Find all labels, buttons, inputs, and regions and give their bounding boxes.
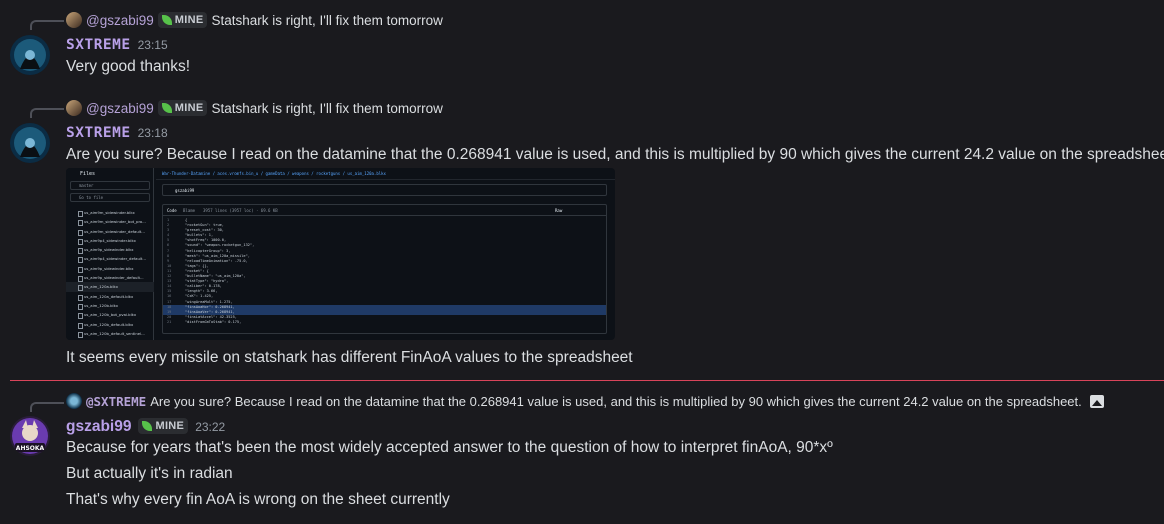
timestamp: 23:22	[195, 420, 226, 434]
code-view: Code Blame 3957 lines (3957 loc) · 69.6 …	[162, 204, 607, 334]
message-text: Are you sure? Because I read on the data…	[66, 146, 1164, 163]
reply-avatar	[66, 100, 82, 116]
file-tree-item[interactable]: us_aim_120b_bot_pvai.blkx	[66, 310, 154, 320]
code-text: "rocket": {	[185, 268, 209, 273]
goto-file-input[interactable]: Go to file	[70, 193, 150, 202]
leaf-icon	[161, 15, 172, 25]
code-text: "length": 3.66,	[185, 289, 218, 294]
file-tree-item[interactable]: us_aim9m_sidewinder_default...	[66, 227, 154, 236]
line-number: 21	[167, 319, 172, 324]
reply-connector	[30, 108, 64, 118]
code-text: "caliber": 0.178,	[185, 284, 222, 289]
code-text: "helicopterGroup": 3,	[185, 248, 231, 253]
branch-selector[interactable]: master	[70, 181, 150, 190]
files-title: Files	[80, 171, 96, 177]
timestamp: 23:15	[137, 38, 168, 52]
code-text: "distFromCmToStab": 0.175,	[185, 319, 242, 324]
reply-preview[interactable]: @gszabi99 MINE Statshark is right, I'll …	[66, 10, 443, 30]
code-toolbar: Code Blame 3957 lines (3957 loc) · 69.6 …	[163, 205, 606, 216]
reply-avatar	[66, 12, 82, 28]
code-text: "preset_cost": 30,	[185, 228, 224, 233]
code-text: "wingAreaMult": 1.275,	[185, 299, 233, 304]
file-tree-item[interactable]: us_aim_120b_default.blkx	[66, 320, 154, 329]
reply-preview[interactable]: @SXTREME Are you sure? Because I read on…	[66, 391, 1104, 411]
code-text: "shotFreq": 1000.0,	[185, 238, 227, 243]
attachment-breadcrumb-bar: War-Thunder-Datamine / aces.vromfs.bin_u…	[156, 168, 615, 180]
author-name[interactable]: gszabi99	[66, 418, 131, 436]
code-line: 21 "distFromCmToStab": 0.175,	[163, 320, 606, 325]
file-tree-item[interactable]: us_aim9p_sidewinder_default...	[66, 273, 154, 283]
code-text: "finsAoaHor": 0.268941,	[185, 304, 235, 309]
message-header: SXTREME 23:15	[66, 37, 168, 53]
raw-button[interactable]: Raw	[555, 208, 562, 213]
avatar[interactable]	[10, 35, 50, 75]
file-tree-item[interactable]: us_aim9m_sidewinder.blkx	[66, 208, 154, 218]
file-tree-item[interactable]: us_aim_120b.blkx	[66, 301, 154, 311]
file-tree-item[interactable]: us_aim9p4_sidewinder.blkx	[66, 236, 154, 246]
code-text: {	[185, 218, 188, 222]
server-tag: MINE	[157, 12, 208, 28]
file-tree-panel: Files master Go to file us_aim9m_sidewin…	[66, 168, 154, 340]
server-tag: MINE	[138, 418, 189, 434]
author-name[interactable]: SXTREME	[66, 37, 131, 53]
code-text: "bulletName": "us_aim_120a",	[185, 274, 246, 279]
file-tree-item[interactable]: us_aim_120a.blkx	[66, 282, 154, 292]
timestamp: 23:18	[137, 126, 168, 140]
reply-text: Are you sure? Because I read on the data…	[150, 393, 1082, 409]
tab-code[interactable]: Code	[167, 208, 177, 213]
code-text: "sound": "weapon.rocketgun_132",	[185, 243, 255, 248]
message-text: That's why every fin AoA is wrong on the…	[66, 491, 450, 508]
leaf-icon	[161, 103, 172, 113]
file-tree-item[interactable]: us_aim9p_sidewinder.blkx	[66, 264, 154, 274]
code-text: "statType": "hydra",	[185, 279, 229, 284]
reply-preview[interactable]: @gszabi99 MINE Statshark is right, I'll …	[66, 98, 443, 118]
file-tree-item[interactable]: us_aim9p4_sidewinder_default...	[66, 254, 154, 264]
reply-author[interactable]: @SXTREME	[86, 394, 146, 409]
image-attachment[interactable]: Files master Go to file us_aim9m_sidewin…	[66, 168, 615, 340]
message-text: Because for years that's been the most w…	[66, 439, 833, 456]
file-tree-item[interactable]: us_aim_120a_default.blkx	[66, 292, 154, 301]
commit-bar: gszabi99	[162, 184, 607, 196]
code-text: "rocketGun": true,	[185, 223, 224, 228]
author-name[interactable]: SXTREME	[66, 125, 131, 141]
file-tree-item[interactable]: us_aim9m_sidewinder_bot_pro...	[66, 217, 154, 227]
new-messages-divider	[10, 380, 1164, 381]
message-header: gszabi99 MINE 23:22	[66, 418, 225, 436]
avatar[interactable]: AHSOKA	[10, 416, 50, 456]
code-text: "finsAoaVer": 0.268941,	[185, 309, 235, 314]
message-header: SXTREME 23:18	[66, 125, 168, 141]
message-text: Very good thanks!	[66, 58, 191, 75]
code-text: "bullets": 1,	[185, 233, 214, 238]
reply-text: Statshark is right, I'll fix them tomorr…	[211, 100, 443, 116]
file-tree-item[interactable]: us_aim9p_sidewinder.blkx	[66, 245, 154, 255]
server-tag: MINE	[157, 100, 208, 116]
tab-blame[interactable]: Blame	[183, 208, 195, 213]
file-tree-item[interactable]: us_aim_120b_default_sentinel...	[66, 329, 154, 339]
code-text: "tags": {},	[185, 263, 209, 268]
code-text: "mesh": "us_aim_120a_missile",	[185, 253, 250, 258]
reply-avatar	[66, 393, 82, 409]
code-text: "finsLatAccel": 42.3525,	[185, 314, 237, 319]
reply-author[interactable]: @gszabi99	[86, 13, 154, 28]
file-list: us_aim9m_sidewinder.blkx us_aim9m_sidewin…	[66, 208, 154, 339]
reply-text: Statshark is right, I'll fix them tomorr…	[211, 12, 443, 28]
reply-author[interactable]: @gszabi99	[86, 101, 154, 116]
reply-connector	[30, 20, 64, 30]
code-text: "reloadTimeAnimation": -75.0,	[185, 258, 248, 263]
reply-connector	[30, 402, 64, 412]
code-text: "CxK": 1.425,	[185, 294, 214, 299]
message-text: It seems every missile on statshark has …	[66, 349, 633, 366]
avatar[interactable]	[10, 123, 50, 163]
message-text: But actually it's in radian	[66, 465, 233, 482]
svg-text:AHSOKA: AHSOKA	[16, 445, 45, 452]
file-meta: 3957 lines (3957 loc) · 69.6 KB	[203, 208, 278, 213]
leaf-icon	[142, 421, 153, 431]
breadcrumb: War-Thunder-Datamine / aces.vromfs.bin_u…	[162, 171, 386, 176]
image-icon	[1089, 394, 1104, 408]
code-lines: 1{2 "rocketGun": true, 3 "preset_cost": 3…	[163, 216, 606, 325]
